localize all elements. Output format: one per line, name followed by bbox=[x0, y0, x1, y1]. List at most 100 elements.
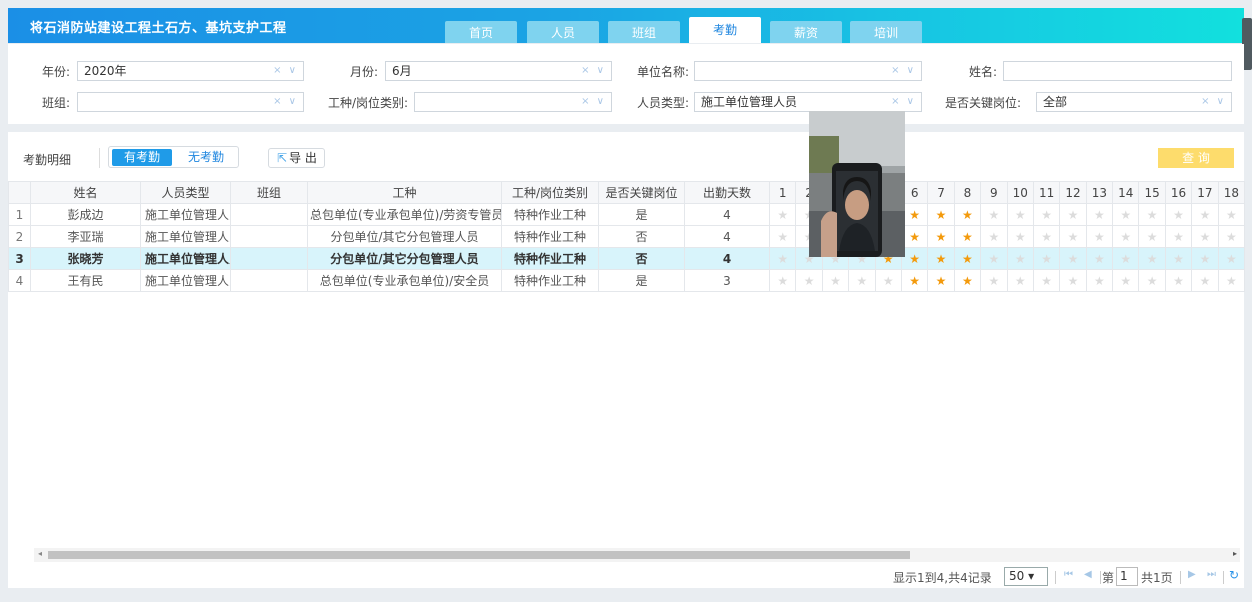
day-cell[interactable]: ★ bbox=[1059, 247, 1087, 270]
day-cell[interactable]: ★ bbox=[1138, 203, 1166, 226]
day-cell[interactable]: ★ bbox=[1059, 269, 1087, 292]
day-cell[interactable]: ★ bbox=[1217, 225, 1246, 248]
day-cell[interactable]: ★ bbox=[768, 225, 797, 248]
day-cell[interactable]: ★ bbox=[980, 203, 1008, 226]
day-cell[interactable]: ★ bbox=[1006, 247, 1034, 270]
day-cell[interactable]: ★ bbox=[1138, 225, 1166, 248]
unit-select[interactable]: × ∨ bbox=[694, 61, 922, 81]
day-cell[interactable]: ★ bbox=[980, 269, 1008, 292]
person-type-select[interactable]: 施工单位管理人员 × ∨ bbox=[694, 92, 922, 112]
table-row[interactable]: 4王有民施工单位管理人员 总包单位(专业承包单位)/安全员特种作业工种是3 ★ ★ ★ ★… bbox=[8, 269, 1246, 292]
day-cell[interactable]: ★ bbox=[821, 269, 850, 292]
day-cell[interactable]: ★ bbox=[1138, 247, 1166, 270]
clear-dropdown-icon[interactable]: × ∨ bbox=[891, 62, 916, 80]
last-page-icon[interactable]: ⏭ bbox=[1207, 569, 1216, 580]
day-cell[interactable]: ★ bbox=[1112, 225, 1140, 248]
clear-dropdown-icon[interactable]: × ∨ bbox=[1201, 93, 1226, 111]
day-cell[interactable]: ★ bbox=[1059, 203, 1087, 226]
day-cell[interactable]: ★ bbox=[1164, 225, 1193, 248]
day-cell[interactable]: ★ bbox=[927, 247, 955, 270]
export-button[interactable]: ⇱ 导 出 bbox=[268, 148, 325, 168]
day-cell[interactable]: ★ bbox=[1191, 247, 1219, 270]
day-cell[interactable]: ★ bbox=[1032, 203, 1061, 226]
no-attendance-button[interactable]: 无考勤 bbox=[175, 149, 237, 166]
day-cell[interactable]: ★ bbox=[1217, 247, 1246, 270]
day-cell[interactable]: ★ bbox=[1085, 247, 1114, 270]
clear-dropdown-icon[interactable]: × ∨ bbox=[581, 62, 606, 80]
day-cell[interactable]: ★ bbox=[927, 269, 955, 292]
day-cell[interactable]: ★ bbox=[1112, 203, 1140, 226]
day-cell[interactable]: ★ bbox=[980, 247, 1008, 270]
day-cell[interactable]: ★ bbox=[1138, 269, 1166, 292]
day-cell[interactable]: ★ bbox=[927, 203, 955, 226]
day-cell[interactable]: ★ bbox=[768, 247, 797, 270]
refresh-icon[interactable]: ↻ bbox=[1229, 568, 1239, 582]
day-cell[interactable]: ★ bbox=[768, 269, 797, 292]
column-header-work[interactable]: 工种 bbox=[307, 181, 502, 204]
tab-home[interactable]: 首页 bbox=[445, 21, 517, 43]
day-cell[interactable]: ★ bbox=[953, 203, 982, 226]
clear-dropdown-icon[interactable]: × ∨ bbox=[273, 93, 298, 111]
day-cell[interactable]: ★ bbox=[927, 225, 955, 248]
day-cell[interactable]: ★ bbox=[1164, 269, 1193, 292]
scroll-left-icon[interactable]: ◂ bbox=[38, 549, 42, 558]
day-cell[interactable]: ★ bbox=[900, 225, 929, 248]
has-attendance-button[interactable]: 有考勤 bbox=[112, 149, 172, 166]
month-select[interactable]: 6月 × ∨ bbox=[385, 61, 612, 81]
day-cell[interactable]: ★ bbox=[1112, 247, 1140, 270]
day-cell[interactable]: ★ bbox=[1191, 203, 1219, 226]
scroll-right-icon[interactable]: ▸ bbox=[1233, 549, 1237, 558]
day-cell[interactable]: ★ bbox=[1191, 225, 1219, 248]
day-cell[interactable]: ★ bbox=[1191, 269, 1219, 292]
work-type-select[interactable]: × ∨ bbox=[414, 92, 612, 112]
day-cell[interactable]: ★ bbox=[768, 203, 797, 226]
column-header-team[interactable]: 班组 bbox=[230, 181, 308, 204]
day-cell[interactable]: ★ bbox=[1217, 203, 1246, 226]
day-cell[interactable]: ★ bbox=[1164, 247, 1193, 270]
page-number-input[interactable]: 1 bbox=[1116, 567, 1138, 586]
day-cell[interactable]: ★ bbox=[900, 203, 929, 226]
day-cell[interactable]: ★ bbox=[1112, 269, 1140, 292]
day-cell[interactable]: ★ bbox=[900, 247, 929, 270]
day-cell[interactable]: ★ bbox=[1085, 225, 1114, 248]
day-cell[interactable]: ★ bbox=[1085, 203, 1114, 226]
day-cell[interactable]: ★ bbox=[1032, 247, 1061, 270]
day-cell[interactable]: ★ bbox=[980, 225, 1008, 248]
horizontal-scrollbar[interactable]: ◂ ▸ bbox=[34, 548, 1240, 562]
clear-dropdown-icon[interactable]: × ∨ bbox=[273, 62, 298, 80]
column-header-person-type[interactable]: 人员类型 bbox=[140, 181, 231, 204]
tab-training[interactable]: 培训 bbox=[850, 21, 922, 43]
next-page-icon[interactable]: ▶ bbox=[1188, 569, 1196, 580]
column-header-attendance-days[interactable]: 出勤天数 bbox=[684, 181, 770, 204]
tab-salary[interactable]: 薪资 bbox=[770, 21, 842, 43]
clear-dropdown-icon[interactable]: × ∨ bbox=[891, 93, 916, 111]
first-page-icon[interactable]: ⏮ bbox=[1064, 569, 1073, 580]
day-cell[interactable]: ★ bbox=[1032, 225, 1061, 248]
day-cell[interactable]: ★ bbox=[953, 225, 982, 248]
day-cell[interactable]: ★ bbox=[1006, 203, 1034, 226]
query-button[interactable]: 查 询 bbox=[1158, 148, 1234, 168]
column-header-name[interactable]: 姓名 bbox=[30, 181, 141, 204]
day-cell[interactable]: ★ bbox=[953, 247, 982, 270]
day-cell[interactable]: ★ bbox=[848, 269, 876, 292]
team-select[interactable]: × ∨ bbox=[77, 92, 304, 112]
column-header-key-post[interactable]: 是否关键岗位 bbox=[598, 181, 685, 204]
day-cell[interactable]: ★ bbox=[1006, 225, 1034, 248]
day-cell[interactable]: ★ bbox=[1217, 269, 1246, 292]
key-post-select[interactable]: 全部 × ∨ bbox=[1036, 92, 1232, 112]
day-cell[interactable]: ★ bbox=[1164, 203, 1193, 226]
tab-team[interactable]: 班组 bbox=[608, 21, 680, 43]
day-cell[interactable]: ★ bbox=[1085, 269, 1114, 292]
year-select[interactable]: 2020年 × ∨ bbox=[77, 61, 304, 81]
day-cell[interactable]: ★ bbox=[1059, 225, 1087, 248]
table-row[interactable]: 2李亚瑞施工单位管理人员 分包单位/其它分包管理人员特种作业工种否4 ★ ★ ★ ★ ★ ★ ★… bbox=[8, 225, 1246, 248]
column-header-category[interactable]: 工种/岗位类别 bbox=[501, 181, 599, 204]
table-row[interactable]: 3张晓芳施工单位管理人员 分包单位/其它分包管理人员特种作业工种否4 ★ ★ ★ ★ ★ ★ ★… bbox=[8, 247, 1246, 270]
tab-attendance[interactable]: 考勤 bbox=[689, 17, 761, 43]
tab-personnel[interactable]: 人员 bbox=[527, 21, 599, 43]
day-cell[interactable]: ★ bbox=[953, 269, 982, 292]
day-cell[interactable]: ★ bbox=[1032, 269, 1061, 292]
clear-dropdown-icon[interactable]: × ∨ bbox=[581, 93, 606, 111]
day-cell[interactable]: ★ bbox=[795, 269, 823, 292]
prev-page-icon[interactable]: ◀ bbox=[1084, 569, 1092, 580]
